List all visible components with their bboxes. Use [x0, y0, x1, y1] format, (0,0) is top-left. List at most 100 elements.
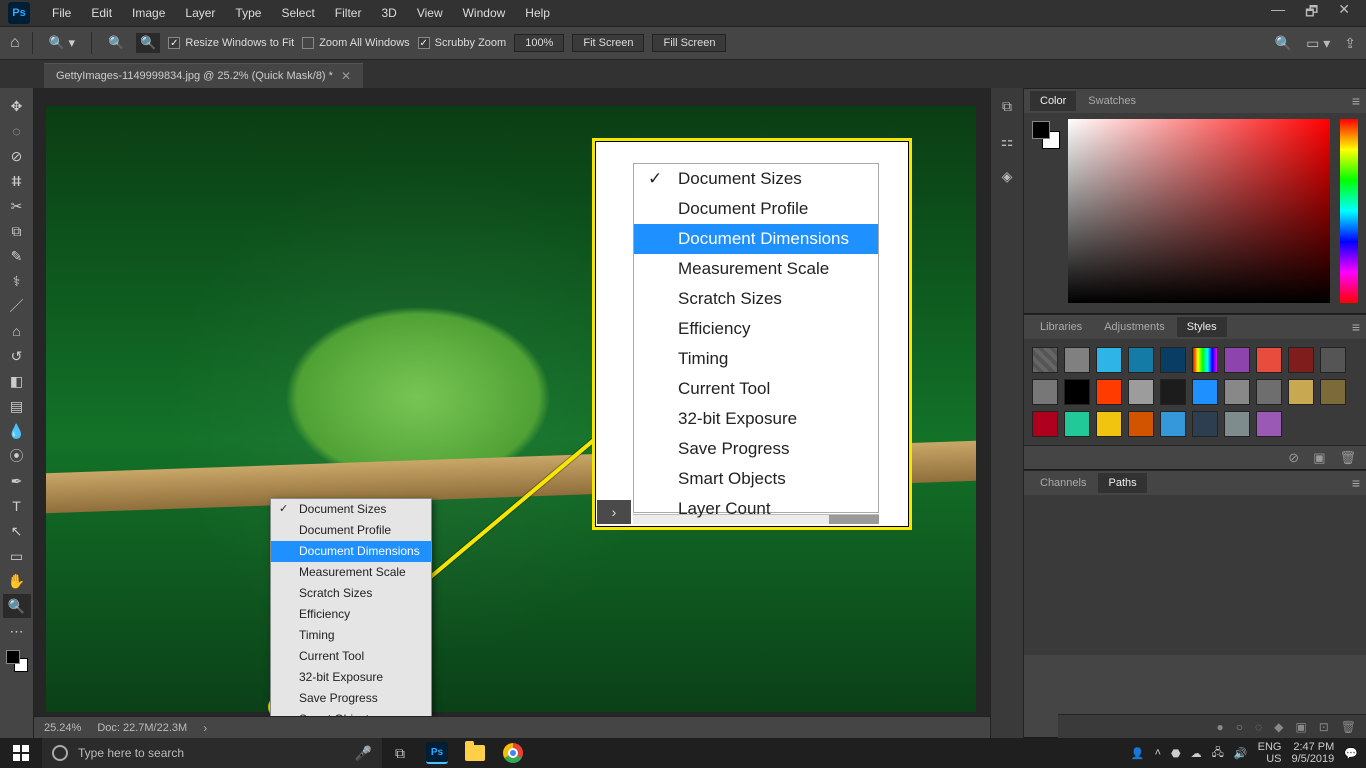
edit-toolbar-icon[interactable]: ⋯ [3, 619, 31, 643]
style-swatch[interactable] [1192, 379, 1218, 405]
scrubby-zoom-checkbox[interactable]: ✓Scrubby Zoom [418, 37, 507, 49]
path-link-icon[interactable]: ⊡ [1319, 720, 1329, 734]
eraser-tool-icon[interactable]: ◧ [3, 369, 31, 393]
menu-select[interactable]: Select [271, 6, 324, 20]
style-swatch[interactable] [1032, 347, 1058, 373]
taskbar-search[interactable]: Type here to search 🎤 [42, 738, 382, 768]
gradient-tool-icon[interactable]: ▤ [3, 394, 31, 418]
path-stroke-icon[interactable]: ○ [1236, 720, 1243, 734]
tray-network-icon[interactable]: 🖧 [1212, 744, 1224, 763]
layers-panel-icon[interactable]: ◈ [1002, 168, 1013, 185]
style-swatch[interactable] [1096, 347, 1122, 373]
zoom-percent-field[interactable]: 25.24% [44, 722, 81, 734]
style-swatch[interactable] [1128, 347, 1154, 373]
style-swatch[interactable] [1192, 347, 1218, 373]
style-swatch[interactable] [1064, 411, 1090, 437]
menu-image[interactable]: Image [122, 6, 175, 20]
style-swatch[interactable] [1064, 347, 1090, 373]
history-brush-tool-icon[interactable]: ↺ [3, 344, 31, 368]
tab-libraries[interactable]: Libraries [1030, 317, 1092, 337]
close-tab-icon[interactable]: ✕ [341, 69, 351, 83]
style-swatch[interactable] [1256, 347, 1282, 373]
eyedropper-tool-icon[interactable]: ✎ [3, 244, 31, 268]
resize-windows-checkbox[interactable]: ✓Resize Windows to Fit [168, 37, 294, 49]
tab-adjustments[interactable]: Adjustments [1094, 317, 1175, 337]
search-icon[interactable]: 🔍 [1275, 35, 1292, 52]
path-selection-icon[interactable]: ◌ [1255, 720, 1262, 734]
path-mask-icon[interactable]: ◆ [1274, 720, 1283, 734]
style-swatch[interactable] [1096, 379, 1122, 405]
ctx-document-sizes[interactable]: ✓Document Sizes [271, 499, 431, 520]
menu-file[interactable]: File [42, 6, 81, 20]
home-icon[interactable]: ⌂ [10, 34, 20, 52]
properties-panel-icon[interactable]: ⚏ [1001, 133, 1014, 150]
style-swatch[interactable] [1032, 411, 1058, 437]
document-tab[interactable]: GettyImages-1149999834.jpg @ 25.2% (Quic… [44, 63, 363, 88]
healing-brush-tool-icon[interactable]: ⚕ [3, 269, 31, 293]
crop-tool-icon[interactable]: ✂ [3, 194, 31, 218]
history-panel-icon[interactable]: ⧉ [1002, 98, 1012, 115]
color-fgbg-swatch[interactable] [1032, 121, 1060, 149]
path-new-icon[interactable]: ▣ [1295, 720, 1306, 734]
hand-tool-icon[interactable]: ✋ [3, 569, 31, 593]
zoom-tool-icon-toolbar[interactable]: 🔍 [3, 594, 31, 618]
menu-layer[interactable]: Layer [175, 6, 225, 20]
style-swatch[interactable] [1256, 411, 1282, 437]
style-swatch[interactable] [1032, 379, 1058, 405]
style-swatch[interactable] [1160, 347, 1186, 373]
window-restore-icon[interactable]: 🗗 [1305, 1, 1318, 25]
style-swatch[interactable] [1192, 411, 1218, 437]
ctx-current-tool[interactable]: Current Tool [271, 646, 431, 667]
rectangle-tool-icon[interactable]: ▭ [3, 544, 31, 568]
tab-channels[interactable]: Channels [1030, 473, 1096, 493]
style-swatch[interactable] [1096, 411, 1122, 437]
zoom-tool-icon[interactable]: 🔍 ▾ [45, 33, 79, 53]
menu-edit[interactable]: Edit [81, 6, 122, 20]
type-tool-icon[interactable]: T [3, 494, 31, 518]
styles-clear-icon[interactable]: ⊘ [1288, 450, 1299, 466]
foreground-background-swatch[interactable] [6, 650, 28, 672]
path-fill-icon[interactable]: ● [1216, 720, 1223, 734]
style-swatch[interactable] [1128, 379, 1154, 405]
ctx-measurement-scale[interactable]: Measurement Scale [271, 562, 431, 583]
style-swatch[interactable] [1256, 379, 1282, 405]
pen-tool-icon[interactable]: ✒ [3, 469, 31, 493]
move-tool-icon[interactable]: ✥ [3, 94, 31, 118]
style-swatch[interactable] [1064, 379, 1090, 405]
zoom-in-icon[interactable]: 🔍 [104, 33, 128, 53]
dodge-tool-icon[interactable]: ⦿ [3, 444, 31, 468]
tray-people-icon[interactable]: 👤 [1131, 747, 1145, 760]
style-swatch[interactable] [1224, 347, 1250, 373]
style-swatch[interactable] [1320, 379, 1346, 405]
window-close-icon[interactable]: ✕ [1338, 1, 1350, 25]
menu-help[interactable]: Help [515, 6, 560, 20]
taskbar-app-chrome[interactable] [494, 738, 532, 768]
start-button[interactable] [0, 738, 42, 768]
clone-stamp-tool-icon[interactable]: ⌂ [3, 319, 31, 343]
task-view-icon[interactable]: ⧉ [382, 738, 418, 768]
lasso-tool-icon[interactable]: ⊘ [3, 144, 31, 168]
zoom-out-icon[interactable]: 🔍 [136, 33, 160, 53]
tab-swatches[interactable]: Swatches [1078, 91, 1146, 111]
path-delete-icon[interactable]: 🗑 [1341, 720, 1356, 734]
ctx-32bit-exposure[interactable]: 32-bit Exposure [271, 667, 431, 688]
style-swatch[interactable] [1160, 411, 1186, 437]
path-select-tool-icon[interactable]: ↖ [3, 519, 31, 543]
tray-overflow-icon[interactable]: ˄ [1155, 747, 1161, 759]
style-swatch[interactable] [1160, 379, 1186, 405]
ctx-save-progress[interactable]: Save Progress [271, 688, 431, 709]
frame-tool-icon[interactable]: ⧉ [3, 219, 31, 243]
tray-clock[interactable]: 2:47 PM9/5/2019 [1291, 741, 1334, 765]
styles-panel-menu-icon[interactable]: ≡ [1352, 319, 1360, 335]
color-field[interactable] [1068, 119, 1330, 303]
fit-screen-button[interactable]: Fit Screen [572, 34, 644, 52]
taskbar-app-explorer[interactable] [456, 738, 494, 768]
marquee-tool-icon[interactable]: ◌ [3, 119, 31, 143]
ctx-efficiency[interactable]: Efficiency [271, 604, 431, 625]
menu-window[interactable]: Window [453, 6, 516, 20]
ctx-document-profile[interactable]: Document Profile [271, 520, 431, 541]
tab-styles[interactable]: Styles [1177, 317, 1227, 337]
ctx-document-dimensions[interactable]: Document Dimensions [271, 541, 431, 562]
blur-tool-icon[interactable]: 💧 [3, 419, 31, 443]
quick-select-tool-icon[interactable]: ⵌ [3, 169, 31, 193]
